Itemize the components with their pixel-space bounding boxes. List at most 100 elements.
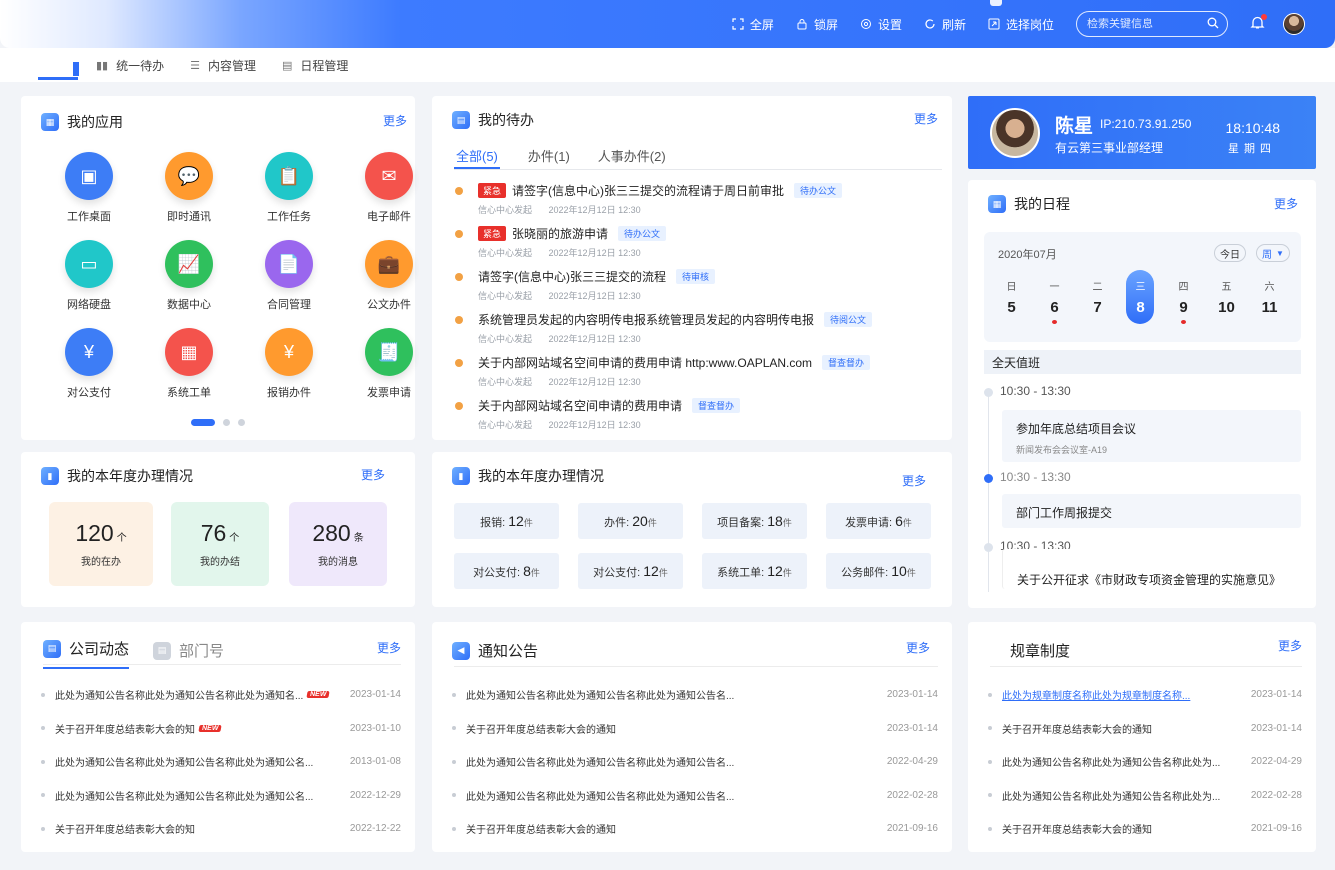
schedule-more-link[interactable]: 更多 (1274, 195, 1298, 212)
news-title[interactable]: 此处为通知公告名称此处为通知公告名称此处为... (1002, 788, 1220, 803)
news-item[interactable]: 此处为通知公告名称此处为通知公告名称此处为通知公名... 2022-12-29 (41, 779, 401, 813)
news-title[interactable]: 此处为通知公告名称此处为通知公告名称此处为通知名... (55, 687, 303, 702)
news-title[interactable]: 关于召开年度总结表彰大会的通知 (1002, 721, 1152, 736)
detail-stat-cell[interactable]: 公务邮件: 10 件 (826, 553, 931, 589)
detail-stat-cell[interactable]: 发票申请: 6 件 (826, 503, 931, 539)
all-day-event[interactable]: 全天值班 (984, 350, 1301, 374)
rules-more-link[interactable]: 更多 (1278, 637, 1302, 654)
app-item[interactable]: 💬 即时通讯 (139, 152, 239, 224)
app-item[interactable]: ▭ 网络硬盘 (39, 240, 139, 312)
app-item[interactable]: ▦ 系统工单 (139, 328, 239, 400)
news-title[interactable]: 此处为通知公告名称此处为通知公告名称此处为通知公告名... (466, 788, 734, 803)
fullscreen-button[interactable]: 全屏 (732, 16, 774, 33)
todo-item[interactable]: 紧急 张晓丽的旅游申请 待办公文 信心中心发起 2022年12月12日 12:3… (454, 225, 942, 268)
tab-schedule-management[interactable]: ▤ 日程管理 (282, 57, 348, 74)
tab-home[interactable] (38, 50, 79, 80)
app-item[interactable]: ▣ 工作桌面 (39, 152, 139, 224)
select-role-button[interactable]: 选择岗位 (988, 16, 1054, 33)
lock-screen-button[interactable]: 锁屏 (796, 16, 838, 33)
news-title[interactable]: 此处为通知公告名称此处为通知公告名称此处为通知公告名... (466, 754, 734, 769)
my-todo-more-link[interactable]: 更多 (914, 110, 938, 127)
my-apps-more-link[interactable]: 更多 (383, 112, 407, 129)
search-box[interactable] (1076, 11, 1228, 37)
stat-in-progress[interactable]: 120 个 我的在办 (49, 502, 153, 586)
news-item[interactable]: 关于召开年度总结表彰大会的通知 2021-09-16 (988, 812, 1302, 846)
todo-tab-all[interactable]: 全部(5) (454, 146, 500, 169)
company-news-more-link[interactable]: 更多 (377, 639, 401, 656)
user-avatar[interactable] (1283, 13, 1305, 35)
settings-button[interactable]: 设置 (860, 16, 902, 33)
news-title[interactable]: 关于召开年度总结表彰大会的通知 (1002, 821, 1152, 836)
today-button[interactable]: 今日 (1214, 244, 1246, 262)
news-item[interactable]: 此处为通知公告名称此处为通知公告名称此处为通知公告名... 2022-04-29 (452, 745, 938, 779)
todo-item[interactable]: 系统管理员发起的内容明传电报系统管理员发起的内容明传电报 待阅公文 信心中心发起… (454, 311, 942, 354)
todo-tab-hr[interactable]: 人事办件(2) (598, 146, 666, 169)
view-select[interactable]: 周 ▼ (1256, 244, 1290, 262)
news-title[interactable]: 此处为通知公告名称此处为通知公告名称此处为通知公告名... (466, 687, 734, 702)
todo-item[interactable]: 关于内部网站域名空间申请的费用申请 http:www.OAPLAN.com 督查… (454, 354, 942, 397)
app-item[interactable]: 💼 公文办件 (339, 240, 439, 312)
todo-tab-office[interactable]: 办件(1) (528, 146, 570, 169)
todo-item[interactable]: 请签字(信息中心)张三三提交的流程 待审核 信心中心发起 2022年12月12日… (454, 268, 942, 311)
detail-stat-cell[interactable]: 报销: 12 件 (454, 503, 559, 539)
calendar-day[interactable]: 六 11 (1248, 270, 1291, 324)
notices-more-link[interactable]: 更多 (906, 639, 930, 656)
news-title[interactable]: 此处为规章制度名称此处为规章制度名称... (1002, 687, 1190, 702)
todo-item[interactable]: 紧急 请签字(信息中心)张三三提交的流程请于周日前审批 待办公文 信心中心发起 … (454, 182, 942, 225)
app-item[interactable]: 📄 合同管理 (239, 240, 339, 312)
refresh-button[interactable]: 刷新 (924, 16, 966, 33)
news-item[interactable]: 此处为通知公告名称此处为通知公告名称此处为... 2022-04-29 (988, 745, 1302, 779)
calendar-day[interactable]: 五 10 (1205, 270, 1248, 324)
news-item[interactable]: 关于召开年度总结表彰大会的通知 2023-01-14 (452, 712, 938, 746)
detail-stat-cell[interactable]: 项目备案: 18 件 (702, 503, 807, 539)
tab-unified-todo[interactable]: ▮▮ 统一待办 (96, 57, 164, 74)
news-item[interactable]: 此处为通知公告名称此处为通知公告名称此处为通知公名... 2013-01-08 (41, 745, 401, 779)
search-input[interactable] (1087, 18, 1207, 30)
detail-stat-cell[interactable]: 对公支付: 8 件 (454, 553, 559, 589)
app-item[interactable]: 📋 工作任务 (239, 152, 339, 224)
calendar-day-selected[interactable]: 三 8 (1119, 270, 1162, 324)
notices-list: 此处为通知公告名称此处为通知公告名称此处为通知公告名... 2023-01-14… (452, 678, 938, 846)
todo-item[interactable]: 关于内部网站域名空间申请的费用申请 督查督办 信心中心发起 2022年12月12… (454, 397, 942, 440)
calendar-day[interactable]: 二 7 (1076, 270, 1119, 324)
tab-content-management[interactable]: ☰ 内容管理 (190, 57, 256, 74)
news-item[interactable]: 此处为通知公告名称此处为通知公告名称此处为通知名... NEW 2023-01-… (41, 678, 401, 712)
news-item[interactable]: 关于召开年度总结表彰大会的通知 2023-01-14 (988, 712, 1302, 746)
calendar-day[interactable]: 一 6 (1033, 270, 1076, 324)
app-item[interactable]: ✉ 电子邮件 (339, 152, 439, 224)
app-item[interactable]: 📈 数据中心 (139, 240, 239, 312)
news-item[interactable]: 关于召开年度总结表彰大会的通知 2021-09-16 (452, 812, 938, 846)
carousel-dot-active[interactable] (191, 419, 215, 426)
news-title[interactable]: 关于召开年度总结表彰大会的通知 (466, 821, 616, 836)
profile-avatar[interactable] (990, 108, 1040, 158)
app-item[interactable]: ¥ 对公支付 (39, 328, 139, 400)
search-icon[interactable] (1207, 17, 1219, 32)
news-title[interactable]: 关于召开年度总结表彰大会的知 (55, 821, 195, 836)
news-item[interactable]: 关于召开年度总结表彰大会的知 2022-12-22 (41, 812, 401, 846)
carousel-dot[interactable] (238, 419, 245, 426)
year-stats-more-link[interactable]: 更多 (361, 466, 385, 483)
calendar-day[interactable]: 日 5 (990, 270, 1033, 324)
news-title[interactable]: 此处为通知公告名称此处为通知公告名称此处为... (1002, 754, 1220, 769)
news-item[interactable]: 此处为通知公告名称此处为通知公告名称此处为... 2022-02-28 (988, 779, 1302, 813)
news-item[interactable]: 此处为规章制度名称此处为规章制度名称... 2023-01-14 (988, 678, 1302, 712)
news-title[interactable]: 此处为通知公告名称此处为通知公告名称此处为通知公名... (55, 754, 313, 769)
carousel-dot[interactable] (223, 419, 230, 426)
news-title[interactable]: 关于召开年度总结表彰大会的通知 (466, 721, 616, 736)
year-detail-more-link[interactable]: 更多 (902, 472, 926, 489)
news-title[interactable]: 此处为通知公告名称此处为通知公告名称此处为通知公名... (55, 788, 313, 803)
detail-stat-cell[interactable]: 办件: 20 件 (578, 503, 683, 539)
calendar-day[interactable]: 四 9 (1162, 270, 1205, 324)
news-left: 关于召开年度总结表彰大会的知 (41, 821, 195, 836)
news-item[interactable]: 此处为通知公告名称此处为通知公告名称此处为通知公告名... 2022-02-28 (452, 779, 938, 813)
news-title[interactable]: 关于召开年度总结表彰大会的知 (55, 721, 195, 736)
stat-messages[interactable]: 280 条 我的消息 (289, 502, 387, 586)
news-item[interactable]: 关于召开年度总结表彰大会的知 NEW 2023-01-10 (41, 712, 401, 746)
app-item[interactable]: 🧾 发票申请 (339, 328, 439, 400)
app-item[interactable]: ¥ 报销办件 (239, 328, 339, 400)
news-item[interactable]: 此处为通知公告名称此处为通知公告名称此处为通知公告名... 2023-01-14 (452, 678, 938, 712)
detail-stat-cell[interactable]: 对公支付: 12 件 (578, 553, 683, 589)
notification-button[interactable] (1250, 14, 1267, 33)
detail-stat-cell[interactable]: 系统工单: 12 件 (702, 553, 807, 589)
stat-completed[interactable]: 76 个 我的办结 (171, 502, 269, 586)
